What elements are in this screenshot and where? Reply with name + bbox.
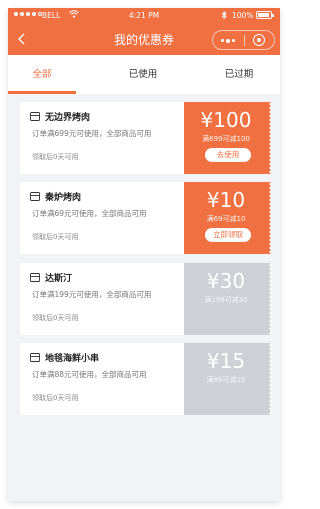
coupon-condition: 订单满199元可使用，全部商品可用: [32, 290, 152, 299]
use-coupon-button[interactable]: 去使用: [205, 148, 251, 162]
phone-frame: BELL 4:21 PM 100% 我的优惠券 全部 已使用 已过期 无边界烤肉…: [8, 8, 280, 501]
serrated-edge: [268, 263, 271, 335]
battery-percent: 100%: [232, 11, 254, 20]
coupon-rule: 满88可减15: [206, 376, 246, 384]
coupon-info: 达斯汀 订单满199元可使用，全部商品可用 领取后0天可用: [20, 263, 184, 335]
store-name: 无边界烤肉: [45, 113, 91, 123]
tab-active-indicator: [8, 91, 76, 94]
close-icon[interactable]: [253, 34, 265, 46]
coupon-condition: 订单满699元可使用，全部商品可用: [32, 129, 152, 138]
coupon-card[interactable]: 地毯海鲜小串 订单满88元可使用，全部商品可用 领取后0天可用 ¥15 满88可…: [20, 343, 271, 415]
coupon-card[interactable]: 达斯汀 订单满199元可使用，全部商品可用 领取后0天可用 ¥30 满199可减…: [20, 263, 271, 335]
coupon-amount: ¥100: [200, 108, 252, 132]
coupon-info: 秦炉烤肉 订单满69元可使用，全部商品可用 领取后0天可用: [20, 182, 184, 254]
store-name: 地毯海鲜小串: [45, 354, 100, 364]
capsule-divider: [244, 35, 245, 46]
coupon-info: 无边界烤肉 订单满699元可使用，全部商品可用 领取后0天可用: [20, 102, 184, 174]
coupon-value-panel: ¥10 满69可减10 立即领取: [184, 182, 268, 254]
tab-all[interactable]: 全部: [8, 55, 76, 94]
store-name: 达斯汀: [45, 274, 73, 284]
serrated-edge: [268, 343, 271, 415]
serrated-edge: [268, 182, 271, 254]
claim-coupon-button[interactable]: 立即领取: [205, 228, 251, 242]
coupon-validity: 领取后0天可用: [32, 314, 79, 322]
coupon-validity: 领取后0天可用: [32, 394, 79, 402]
store-icon: [30, 192, 40, 201]
coupon-rule: 满69可减10: [206, 215, 246, 223]
coupon-validity: 领取后0天可用: [32, 153, 79, 161]
coupon-value-panel: ¥30 满199可减30: [184, 263, 268, 335]
store-icon: [30, 112, 40, 121]
coupon-info: 地毯海鲜小串 订单满88元可使用，全部商品可用 领取后0天可用: [20, 343, 184, 415]
coupon-card[interactable]: 无边界烤肉 订单满699元可使用，全部商品可用 领取后0天可用 ¥100 满69…: [20, 102, 271, 174]
serrated-edge: [268, 102, 271, 174]
coupon-amount: ¥10: [206, 188, 246, 212]
coupon-card[interactable]: 秦炉烤肉 订单满69元可使用，全部商品可用 领取后0天可用 ¥10 满69可减1…: [20, 182, 271, 254]
battery-icon: [256, 11, 274, 19]
store-icon: [30, 353, 40, 362]
store-name: 秦炉烤肉: [45, 193, 82, 203]
coupon-value-panel: ¥100 满699可减100 去使用: [184, 102, 268, 174]
coupon-validity: 领取后0天可用: [32, 233, 79, 241]
bluetooth-icon: [221, 11, 227, 19]
tab-used[interactable]: 已使用: [98, 55, 188, 94]
coupon-value-panel: ¥15 满88可减15: [184, 343, 268, 415]
coupon-rule: 满699可减100: [202, 135, 250, 143]
header: BELL 4:21 PM 100% 我的优惠券: [8, 8, 280, 55]
coupon-amount: ¥30: [206, 269, 246, 293]
mini-program-capsule: [212, 30, 275, 50]
coupon-amount: ¥15: [206, 349, 246, 373]
tab-bar: 全部 已使用 已过期: [8, 55, 280, 94]
coupon-condition: 订单满88元可使用，全部商品可用: [32, 370, 147, 379]
tab-expired[interactable]: 已过期: [198, 55, 280, 94]
coupon-condition: 订单满69元可使用，全部商品可用: [32, 209, 147, 218]
status-bar: BELL 4:21 PM 100%: [8, 8, 280, 24]
coupon-rule: 满199可减30: [204, 296, 248, 304]
more-icon[interactable]: [221, 38, 235, 43]
navigation-bar: 我的优惠券: [8, 24, 280, 55]
store-icon: [30, 273, 40, 282]
